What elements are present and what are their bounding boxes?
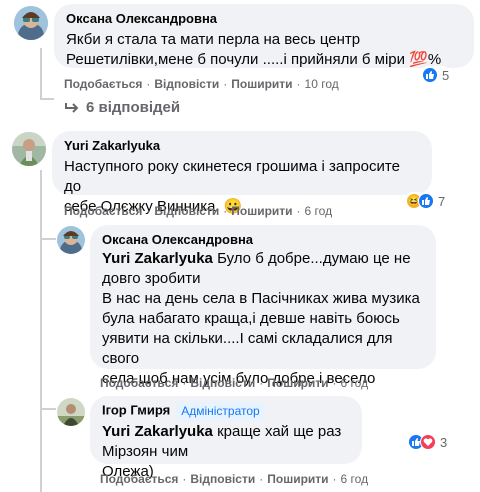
mention-link[interactable]: Yuri Zakarlyuka xyxy=(102,250,213,267)
comment-bubble: Оксана Олександровна Якби я стала та мат… xyxy=(54,4,474,68)
comment-author[interactable]: Yuri Zakarlyuka xyxy=(64,138,420,154)
timestamp[interactable]: 6 год xyxy=(305,204,333,218)
reply-button[interactable]: Відповісти xyxy=(154,77,219,91)
timestamp[interactable]: 6 год xyxy=(341,472,369,486)
avatar[interactable] xyxy=(14,6,48,40)
avatar[interactable] xyxy=(57,398,85,426)
comment-actions: Подобається · Відповісти · Поширити · 10… xyxy=(64,77,339,91)
like-reaction-icon xyxy=(422,67,438,83)
like-button[interactable]: Подобається xyxy=(100,472,178,486)
like-button[interactable]: Подобається xyxy=(64,204,142,218)
reply-button[interactable]: Відповісти xyxy=(154,204,219,218)
admin-badge: Адміністратор xyxy=(176,402,265,420)
comment-author[interactable]: Оксана Олександровна xyxy=(66,11,462,27)
reply-button[interactable]: Відповісти xyxy=(190,472,255,486)
reply-button[interactable]: Відповісти xyxy=(190,376,255,390)
share-button[interactable]: Поширити xyxy=(267,376,328,390)
like-button[interactable]: Подобається xyxy=(100,376,178,390)
reaction-summary[interactable]: 😆 7 xyxy=(404,192,448,210)
reaction-count: 7 xyxy=(438,193,446,209)
replies-count-label: 6 відповідей xyxy=(86,99,181,116)
thread-line xyxy=(40,408,56,410)
share-button[interactable]: Поширити xyxy=(231,204,292,218)
reply-bubble: Оксана Олександровна Yuri Zakarlyuka Бул… xyxy=(90,225,436,387)
timestamp[interactable]: 10 год xyxy=(305,77,339,91)
reply-text: Yuri Zakarlyuka Було б добре...думаю це … xyxy=(102,250,420,387)
mention-link[interactable]: Yuri Zakarlyuka xyxy=(102,423,213,440)
reply-actions: Подобається · Відповісти · Поширити · 6 … xyxy=(100,472,369,486)
reply-author[interactable]: Ігор Гмиря xyxy=(102,402,170,417)
reply-bubble: Ігор Гмиря Адміністратор Yuri Zakarlyuka … xyxy=(90,396,362,480)
timestamp[interactable]: 6 год xyxy=(341,376,369,390)
comment-text: Якби я стала та мати перла на весь центр… xyxy=(66,31,442,68)
share-button[interactable]: Поширити xyxy=(267,472,328,486)
like-button[interactable]: Подобається xyxy=(64,77,142,91)
reaction-summary[interactable]: 3 xyxy=(406,433,450,451)
reply-author-row: Ігор Гмиря Адміністратор xyxy=(102,402,350,420)
reply-arrow-icon xyxy=(64,101,80,115)
thread-line xyxy=(40,170,42,492)
comment-actions: Подобається · Відповісти · Поширити · 6 … xyxy=(64,204,333,218)
share-button[interactable]: Поширити xyxy=(231,77,292,91)
heart-reaction-icon xyxy=(420,434,436,450)
reaction-summary[interactable]: 5 xyxy=(420,66,452,84)
reply-author[interactable]: Оксана Олександровна xyxy=(102,232,424,248)
thread-line xyxy=(40,98,54,100)
view-replies-link[interactable]: 6 відповідей xyxy=(64,99,180,116)
thread-line xyxy=(40,238,56,240)
reply-actions: Подобається · Відповісти · Поширити · 6 … xyxy=(100,376,369,390)
like-reaction-icon xyxy=(418,193,434,209)
reaction-count: 5 xyxy=(442,67,450,83)
reaction-count: 3 xyxy=(440,434,448,450)
avatar[interactable] xyxy=(57,226,85,254)
comment-bubble: Yuri Zakarlyuka Наступного року скинетес… xyxy=(52,131,432,215)
thread-line xyxy=(40,48,42,100)
avatar[interactable] xyxy=(12,132,46,166)
